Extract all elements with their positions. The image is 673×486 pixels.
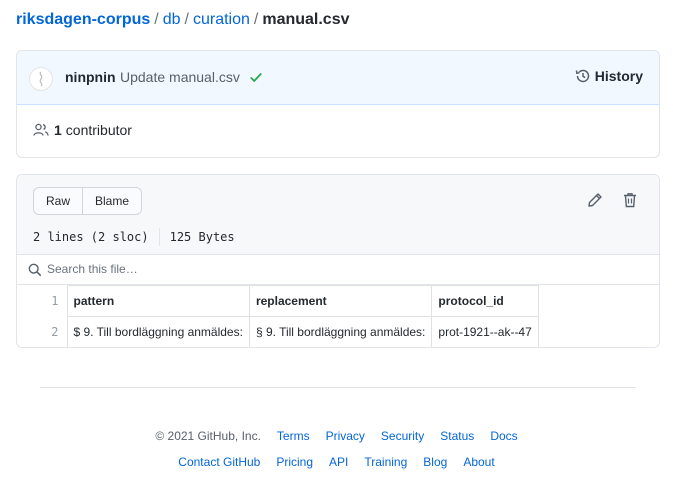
- view-button-group: Raw Blame: [33, 187, 143, 215]
- raw-button[interactable]: Raw: [34, 188, 82, 214]
- table-cell: § 9. Till bordläggning anmäldes:: [248, 316, 433, 347]
- line-count: 2 lines (2 sloc): [33, 230, 149, 244]
- footer-link-training[interactable]: Training: [364, 455, 407, 469]
- footer-link-api[interactable]: API: [329, 455, 348, 469]
- breadcrumb-separator: /: [253, 11, 259, 28]
- footer-link-privacy[interactable]: Privacy: [326, 429, 365, 443]
- file-search-row: [17, 255, 659, 285]
- file-size: 125 Bytes: [169, 230, 235, 244]
- footer-copyright: © 2021 GitHub, Inc.: [155, 429, 261, 443]
- file-viewer: Raw Blame 2 lines (2 sloc) 125 Bytes 1 p: [16, 174, 660, 348]
- breadcrumb-file-name: manual.csv: [262, 11, 350, 28]
- csv-table: 1 pattern replacement protocol_id 2 $ 9.…: [17, 285, 539, 348]
- contributors-row[interactable]: 1 contributor: [33, 122, 132, 138]
- footer-divider: [40, 387, 636, 388]
- breadcrumb-separator: /: [184, 11, 189, 28]
- table-row: 1 pattern replacement protocol_id: [17, 285, 539, 317]
- file-header: Raw Blame 2 lines (2 sloc) 125 Bytes: [17, 175, 659, 255]
- column-header: protocol_id: [431, 285, 539, 317]
- column-header: pattern: [66, 285, 250, 317]
- history-button[interactable]: History: [575, 68, 643, 84]
- footer-link-security[interactable]: Security: [381, 429, 424, 443]
- check-icon[interactable]: [249, 70, 263, 84]
- file-info: 2 lines (2 sloc) 125 Bytes: [33, 228, 235, 246]
- file-info-divider: [158, 228, 160, 246]
- commit-header: ninpnin Update manual.csv History: [17, 51, 659, 105]
- breadcrumb: riksdagen-corpus / db / curation / manual.csv: [16, 10, 350, 30]
- table-cell: $ 9. Till bordläggning anmäldes:: [66, 316, 250, 347]
- table-row: 2 $ 9. Till bordläggning anmäldes: § 9. …: [17, 316, 539, 348]
- history-icon: [575, 69, 590, 83]
- avatar[interactable]: [29, 67, 53, 91]
- footer-link-blog[interactable]: Blog: [423, 455, 447, 469]
- contributor-count: 1: [54, 122, 62, 138]
- breadcrumb-curation-link[interactable]: curation: [193, 11, 250, 28]
- footer-link-contact[interactable]: Contact GitHub: [178, 455, 260, 469]
- line-number[interactable]: 2: [17, 317, 67, 348]
- column-header: replacement: [248, 285, 433, 317]
- breadcrumb-separator: /: [154, 11, 159, 28]
- latest-commit-box: ninpnin Update manual.csv History 1 cont…: [16, 50, 660, 158]
- search-input[interactable]: [47, 259, 447, 279]
- footer-link-about[interactable]: About: [463, 455, 494, 469]
- table-cell: prot-1921--ak--47: [431, 316, 539, 347]
- people-icon: [33, 123, 49, 136]
- history-label: History: [594, 68, 643, 84]
- breadcrumb-db-link[interactable]: db: [163, 11, 181, 28]
- footer-row-secondary: Contact GitHub Pricing API Training Blog…: [0, 455, 673, 469]
- breadcrumb-repo-link[interactable]: riksdagen-corpus: [16, 11, 150, 28]
- pencil-icon[interactable]: [587, 192, 603, 208]
- trash-icon[interactable]: [623, 192, 637, 208]
- commit-author-link[interactable]: ninpnin: [65, 69, 116, 85]
- footer-link-pricing[interactable]: Pricing: [276, 455, 313, 469]
- footer-row-primary: © 2021 GitHub, Inc. Terms Privacy Securi…: [0, 429, 673, 443]
- footer-link-terms[interactable]: Terms: [277, 429, 310, 443]
- avatar-figure-icon: [39, 71, 43, 87]
- search-icon: [28, 263, 42, 277]
- blame-button[interactable]: Blame: [82, 188, 141, 214]
- line-number[interactable]: 1: [17, 286, 67, 317]
- contributor-label: contributor: [65, 122, 132, 138]
- commit-message-link[interactable]: Update manual.csv: [120, 69, 240, 85]
- footer-link-status[interactable]: Status: [440, 429, 474, 443]
- footer-link-docs[interactable]: Docs: [490, 429, 517, 443]
